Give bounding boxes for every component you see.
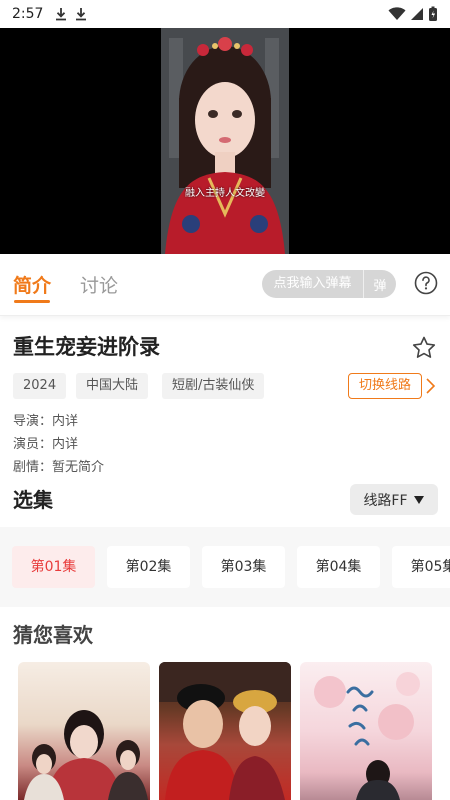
episode-item-03[interactable]: 第03集 — [202, 546, 285, 588]
route-select[interactable]: 线路FF — [350, 484, 438, 515]
recommend-poster-1[interactable] — [18, 662, 150, 800]
wifi-icon — [388, 7, 406, 20]
chevron-right-icon[interactable] — [424, 376, 436, 396]
plot-info: 剧情：暂无简介 — [13, 460, 105, 475]
poster-image — [24, 710, 148, 800]
tab-discuss[interactable]: 讨论 — [80, 271, 118, 298]
danmu-input[interactable]: 点我输入弹幕 — [262, 270, 364, 298]
recommend-poster-2[interactable] — [159, 662, 291, 800]
download-icon — [56, 8, 67, 21]
episode-item-04[interactable]: 第04集 — [297, 546, 380, 588]
route-select-label: 线路FF — [363, 492, 408, 509]
tab-intro[interactable]: 简介 — [13, 271, 51, 298]
help-icon[interactable] — [414, 271, 438, 295]
detail-tab-bar: 简介 讨论 点我输入弹幕 弹 — [0, 254, 450, 316]
video-frame: 融入主持人文改變 — [161, 28, 289, 254]
switch-route-button[interactable]: 切换线路 — [348, 373, 422, 399]
actors-info: 演员：内详 — [13, 437, 79, 452]
danmu-toggle-button[interactable]: 弹 — [364, 275, 396, 294]
status-bar: 2:57 — [0, 0, 450, 28]
status-time: 2:57 — [12, 6, 44, 22]
tag-year: 2024 — [13, 373, 67, 399]
signal-icon — [411, 8, 423, 20]
tag-genre: 短剧/古装仙侠 — [162, 373, 265, 399]
recommend-poster-3[interactable] — [300, 662, 432, 800]
show-title: 重生宠妾进阶录 — [13, 335, 160, 359]
favorite-star-icon[interactable] — [411, 335, 437, 361]
video-still-image — [161, 28, 289, 254]
poster-image — [159, 662, 291, 800]
episode-list[interactable]: 第01集 第02集 第03集 第04集 第05集 — [0, 527, 450, 607]
video-subtitle: 融入主持人文改變 — [185, 188, 265, 199]
episode-item-05[interactable]: 第05集 — [392, 546, 450, 588]
tab-active-indicator — [14, 300, 50, 303]
episodes-heading: 选集 — [13, 488, 53, 512]
director-info: 导演：内详 — [13, 414, 79, 429]
episode-item-02[interactable]: 第02集 — [107, 546, 190, 588]
tag-region: 中国大陆 — [76, 373, 149, 399]
video-player[interactable]: 融入主持人文改變 — [0, 28, 450, 254]
recommend-heading: 猜您喜欢 — [13, 623, 93, 647]
battery-icon — [429, 6, 437, 21]
danmu-bar: 点我输入弹幕 弹 — [262, 270, 396, 298]
download-icon — [76, 8, 87, 21]
episode-item-01[interactable]: 第01集 — [12, 546, 95, 588]
caret-down-icon — [413, 495, 424, 504]
poster-image — [314, 672, 420, 800]
